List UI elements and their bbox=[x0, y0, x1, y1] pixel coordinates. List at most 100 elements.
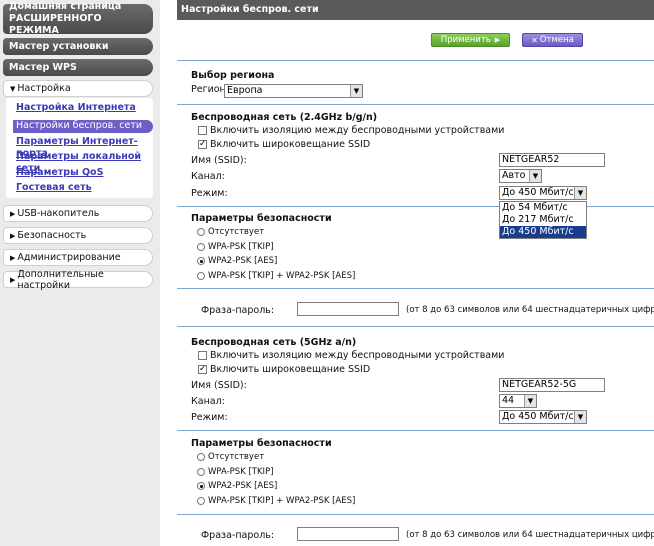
sec5-passphrase-label: Фраза-пароль: bbox=[201, 530, 275, 541]
sidebar-group-label: Администрирование bbox=[17, 252, 121, 263]
wifi5-channel-label: Канал: bbox=[191, 396, 225, 407]
divider bbox=[177, 104, 654, 105]
page-title: Настройки беспров. сети bbox=[177, 0, 654, 20]
setup-group-label: Настройка bbox=[17, 83, 71, 94]
mode-option-450[interactable]: До 450 Мбит/с bbox=[500, 226, 586, 238]
sec5-option-label: WPA2-PSK [AES] bbox=[208, 481, 278, 491]
wifi5-mode-label: Режим: bbox=[191, 412, 228, 423]
sec24-option-label: Отсутствует bbox=[208, 227, 265, 237]
sec5-passphrase-hint: (от 8 до 63 символов или 64 шестнадцатер… bbox=[406, 530, 654, 540]
sec24-radio-none[interactable] bbox=[197, 228, 205, 236]
triangle-right-icon: ▶ bbox=[10, 231, 16, 240]
sidebar-group-label: Безопасность bbox=[17, 230, 87, 241]
sidebar-group-usb[interactable]: ▶ USB-накопитель bbox=[3, 205, 153, 222]
divider bbox=[177, 60, 654, 61]
wifi24-broadcast-checkbox[interactable]: ✓ bbox=[198, 140, 207, 149]
sec24-section-title: Параметры безопасности bbox=[191, 213, 332, 224]
sec5-radio-none[interactable] bbox=[197, 453, 205, 461]
wifi5-isolation-label: Включить изоляцию между беспроводными ус… bbox=[210, 350, 505, 361]
sidebar-group-administration[interactable]: ▶ Администрирование bbox=[3, 249, 153, 266]
sec5-passphrase-input[interactable] bbox=[297, 527, 399, 541]
sidebar-group-advanced[interactable]: ▶ Дополнительные настройки bbox=[3, 268, 153, 291]
divider bbox=[177, 430, 654, 431]
wifi5-mode-value: До 450 Мбит/с bbox=[502, 411, 574, 422]
wifi5-broadcast-label: Включить широковещание SSID bbox=[210, 364, 371, 375]
divider bbox=[177, 288, 654, 289]
chevron-down-icon: ▼ bbox=[524, 395, 536, 407]
wifi5-channel-value: 44 bbox=[502, 395, 515, 406]
close-icon: ✕ bbox=[531, 35, 538, 45]
sec24-option-label: WPA-PSK [TKIP] + WPA2-PSK [AES] bbox=[208, 271, 356, 281]
sec5-option-label: Отсутствует bbox=[208, 452, 265, 462]
region-section-title: Выбор региона bbox=[191, 70, 275, 81]
wifi24-mode-dropdown-list: До 54 Мбит/с До 217 Мбит/с До 450 Мбит/с bbox=[499, 201, 587, 239]
sec5-radio-wpa-tkip[interactable] bbox=[197, 468, 205, 476]
setup-group-header[interactable]: ▼ Настройка bbox=[3, 80, 153, 97]
region-value: Европа bbox=[227, 85, 263, 96]
apply-label: Применить bbox=[440, 35, 491, 45]
sec5-radio-mixed[interactable] bbox=[197, 497, 205, 505]
sec24-passphrase-input[interactable] bbox=[297, 302, 399, 316]
divider bbox=[177, 326, 654, 327]
wifi24-broadcast-label: Включить широковещание SSID bbox=[210, 139, 371, 150]
mode-option-217[interactable]: До 217 Мбит/с bbox=[500, 214, 586, 226]
sec24-option-label: WPA-PSK [TKIP] bbox=[208, 242, 274, 252]
sidebar-item-wireless-settings[interactable]: Настройки беспров. сети bbox=[13, 120, 153, 133]
setup-wizard-link[interactable]: Мастер установки bbox=[3, 38, 153, 55]
cancel-label: Отмена bbox=[539, 35, 574, 45]
triangle-right-icon: ▶ bbox=[10, 209, 16, 218]
triangle-right-icon: ▶ bbox=[10, 253, 16, 262]
wifi24-mode-value: До 450 Мбит/с bbox=[502, 187, 574, 198]
sec24-radio-wpa2-aes[interactable] bbox=[197, 257, 205, 265]
wifi5-ssid-label: Имя (SSID): bbox=[191, 380, 247, 391]
wifi24-ssid-input[interactable]: NETGEAR52 bbox=[499, 153, 605, 167]
wifi24-channel-value: Авто bbox=[502, 170, 526, 181]
wifi5-isolation-checkbox[interactable] bbox=[198, 351, 207, 360]
mode-option-54[interactable]: До 54 Мбит/с bbox=[500, 202, 586, 214]
wifi24-channel-select[interactable]: Авто ▼ bbox=[499, 169, 542, 183]
triangle-right-icon: ▶ bbox=[10, 275, 16, 284]
wifi5-ssid-input[interactable]: NETGEAR52-5G bbox=[499, 378, 605, 392]
apply-button[interactable]: Применить ▶ bbox=[431, 33, 510, 47]
wifi24-isolation-label: Включить изоляцию между беспроводными ус… bbox=[210, 125, 505, 136]
wifi24-ssid-label: Имя (SSID): bbox=[191, 155, 247, 166]
wifi24-section-title: Беспроводная сеть (2.4GHz b/g/n) bbox=[191, 112, 378, 123]
wifi5-broadcast-checkbox[interactable]: ✓ bbox=[198, 365, 207, 374]
chevron-down-icon: ▼ bbox=[574, 411, 586, 423]
chevron-down-icon: ▼ bbox=[350, 85, 362, 97]
wifi24-mode-select[interactable]: До 450 Мбит/с ▼ bbox=[499, 186, 587, 200]
sec24-option-label: WPA2-PSK [AES] bbox=[208, 256, 278, 266]
chevron-down-icon: ▼ bbox=[529, 170, 541, 182]
setup-wizard-label: Мастер установки bbox=[9, 40, 109, 52]
sidebar-item-qos[interactable]: Параметры QoS bbox=[16, 167, 103, 179]
chevron-down-icon: ▼ bbox=[574, 187, 586, 199]
cancel-button[interactable]: ✕ Отмена bbox=[522, 33, 583, 47]
wps-wizard-label: Мастер WPS bbox=[9, 61, 77, 73]
wps-wizard-link[interactable]: Мастер WPS bbox=[3, 59, 153, 76]
sec24-radio-wpa-tkip[interactable] bbox=[197, 243, 205, 251]
sidebar-item-guest-network[interactable]: Гостевая сеть bbox=[16, 182, 92, 194]
advanced-home-link[interactable]: Домашняя страница РАСШИРЕННОГО РЕЖИМА bbox=[3, 1, 153, 36]
sidebar-group-security[interactable]: ▶ Безопасность bbox=[3, 227, 153, 244]
wifi24-mode-label: Режим: bbox=[191, 188, 228, 199]
wifi24-isolation-checkbox[interactable] bbox=[198, 126, 207, 135]
sec5-option-label: WPA-PSK [TKIP] bbox=[208, 467, 274, 477]
wifi24-channel-label: Канал: bbox=[191, 171, 225, 182]
sidebar-group-label: Дополнительные настройки bbox=[17, 268, 104, 291]
sec24-passphrase-label: Фраза-пароль: bbox=[201, 305, 275, 316]
sec5-radio-wpa2-aes[interactable] bbox=[197, 482, 205, 490]
main-panel: Настройки беспров. сети Применить ▶ ✕ От… bbox=[177, 0, 654, 546]
advanced-home-label: Домашняя страница РАСШИРЕННОГО РЕЖИМА bbox=[9, 1, 122, 36]
wifi5-mode-select[interactable]: До 450 Мбит/с ▼ bbox=[499, 410, 587, 424]
sidebar: Домашняя страница РАСШИРЕННОГО РЕЖИМА Ма… bbox=[0, 0, 160, 546]
sec24-passphrase-hint: (от 8 до 63 символов или 64 шестнадцатер… bbox=[406, 305, 654, 315]
sec5-option-label: WPA-PSK [TKIP] + WPA2-PSK [AES] bbox=[208, 496, 356, 506]
sec24-radio-mixed[interactable] bbox=[197, 272, 205, 280]
triangle-down-icon: ▼ bbox=[10, 84, 16, 93]
region-select[interactable]: Европа ▼ bbox=[224, 84, 363, 98]
play-icon: ▶ bbox=[494, 36, 501, 44]
sec5-section-title: Параметры безопасности bbox=[191, 438, 332, 449]
wifi5-channel-select[interactable]: 44 ▼ bbox=[499, 394, 537, 408]
wifi5-section-title: Беспроводная сеть (5GHz a/n) bbox=[191, 337, 357, 348]
sidebar-item-internet-setup[interactable]: Настройка Интернета bbox=[16, 102, 136, 114]
